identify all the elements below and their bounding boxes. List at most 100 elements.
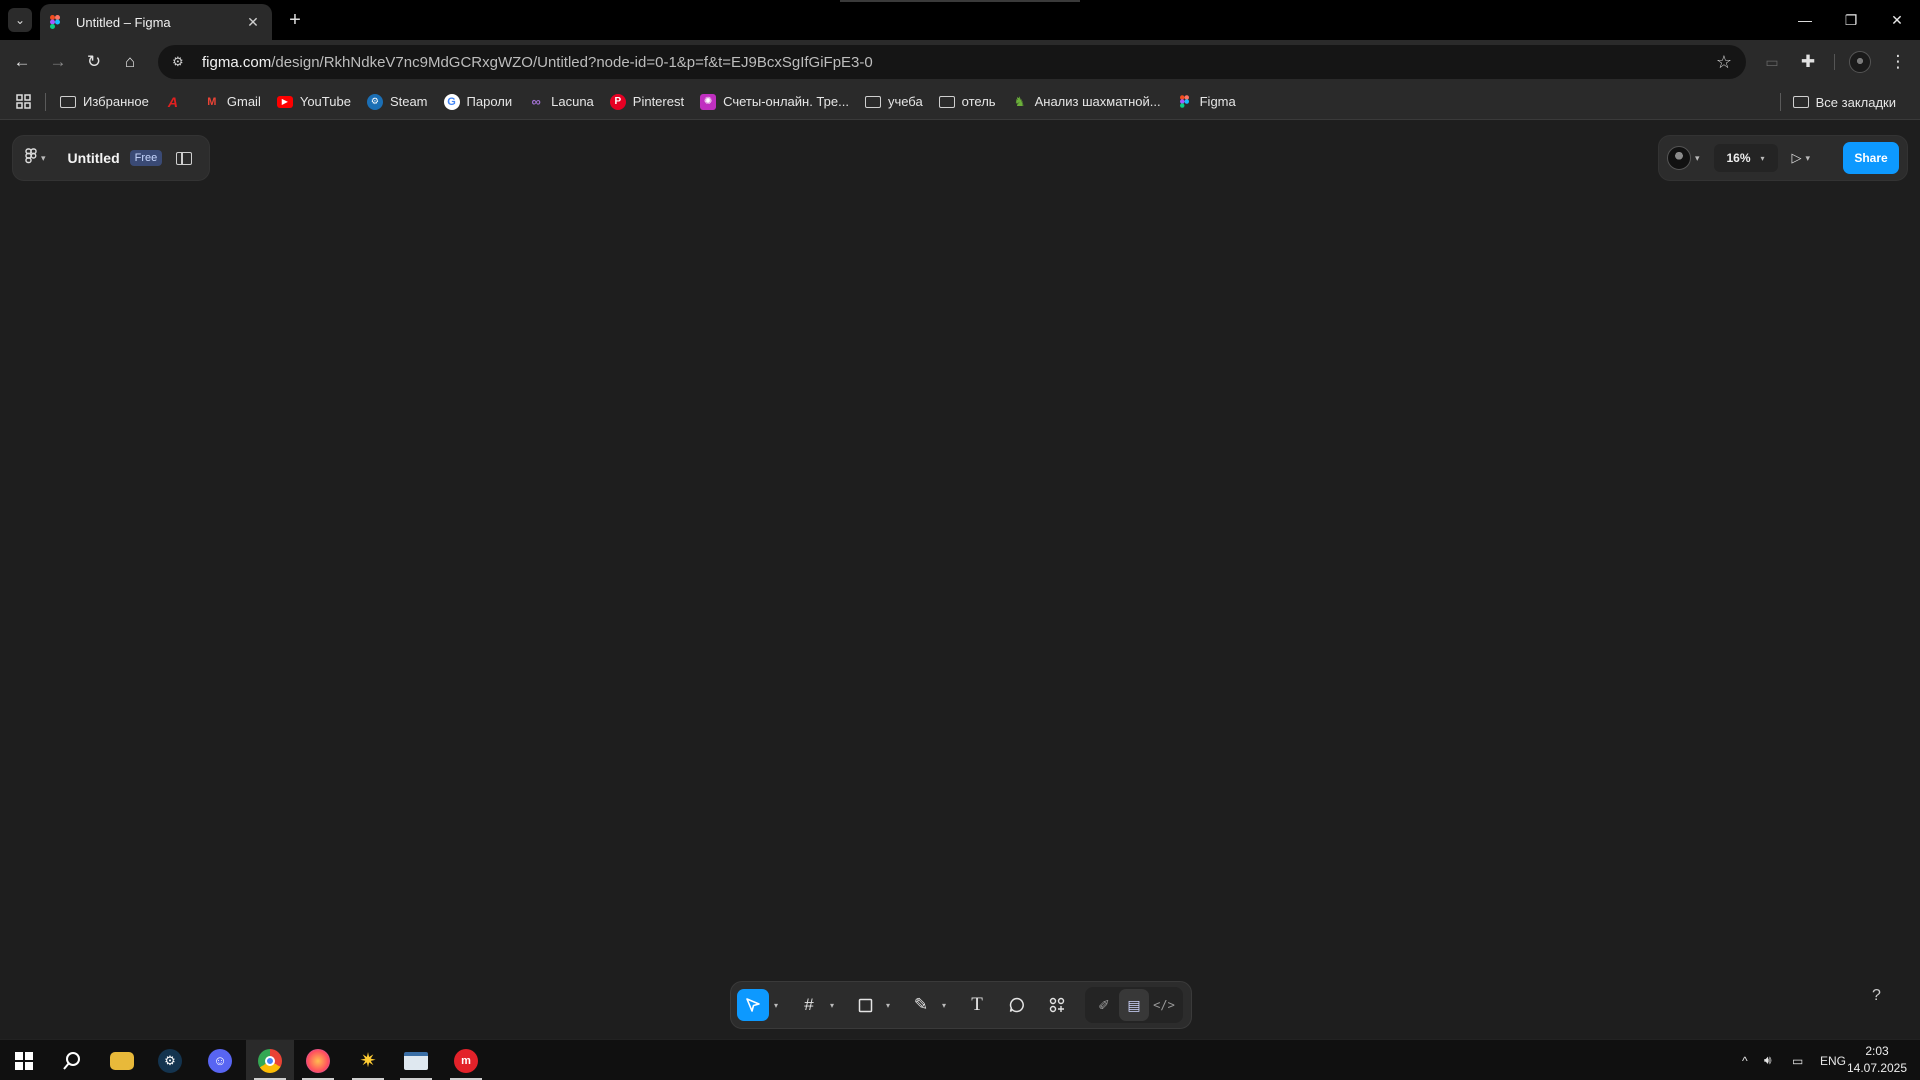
chevron-down-icon[interactable]: ▾	[937, 1001, 951, 1010]
discord-app-icon[interactable]: ☺	[196, 1040, 244, 1080]
volume-icon[interactable]: 🔊︎	[1764, 1040, 1772, 1080]
red-app-icon[interactable]: m	[442, 1040, 490, 1080]
cast-icon[interactable]: ▭	[1758, 48, 1786, 76]
new-tab-button[interactable]: +	[282, 7, 308, 33]
toggle-sidebar-icon[interactable]	[176, 151, 193, 165]
figma-menu-icon[interactable]	[25, 147, 37, 169]
assets-tool-icon[interactable]	[1041, 989, 1073, 1021]
help-button[interactable]: ?	[1872, 987, 1881, 1005]
steam-icon: ⚙	[366, 93, 383, 110]
google-icon: G	[443, 93, 460, 110]
figma-favicon-icon	[50, 15, 64, 29]
bookmark-acrobat[interactable]: A	[157, 88, 196, 116]
file-explorer-icon[interactable]	[98, 1040, 146, 1080]
chevron-down-icon: ▾	[1760, 153, 1765, 163]
bookmark-pinterest[interactable]: P Pinterest	[602, 88, 692, 116]
bookmark-favorites[interactable]: Избранное	[52, 88, 157, 116]
bookmark-hotel[interactable]: отель	[931, 88, 1004, 116]
folder-icon	[60, 95, 76, 108]
bookmark-chess[interactable]: ♞ Анализ шахматной...	[1004, 88, 1169, 116]
browser-tab-strip: ⌄ Untitled – Figma ✕ + — ❐ ✕	[0, 0, 1920, 40]
chevron-down-icon[interactable]: ▾	[1806, 153, 1811, 164]
folder-icon	[1792, 96, 1809, 108]
search-icon[interactable]	[48, 1040, 96, 1080]
sun-app-icon[interactable]: ✷	[344, 1040, 392, 1080]
all-bookmarks[interactable]: Все закладки	[1766, 88, 1904, 116]
dev-mode-icon[interactable]: </>	[1149, 989, 1179, 1021]
zoom-menu[interactable]: 16% ▾	[1713, 144, 1778, 172]
present-play-icon[interactable]: ▷	[1792, 150, 1802, 166]
figma-icon	[1177, 94, 1193, 110]
chevron-down-icon[interactable]: ▾	[825, 1001, 839, 1010]
bookmark-separator	[1779, 93, 1781, 111]
network-icon[interactable]: ▭	[1792, 1040, 1803, 1080]
site-info-icon[interactable]: ⚙	[172, 54, 190, 70]
clock-date: 14.07.2025	[1846, 1061, 1908, 1075]
clock-time: 2:03	[1865, 1044, 1889, 1058]
bookmark-figma[interactable]: Figma	[1169, 88, 1244, 116]
chess-icon: ♞	[1013, 93, 1026, 109]
back-button[interactable]: ←	[8, 48, 36, 76]
bookmark-passwords[interactable]: G Пароли	[436, 88, 521, 116]
rectangle-tool-icon[interactable]	[849, 989, 881, 1021]
bookmark-lacuna[interactable]: ∞ Lacuna	[520, 88, 602, 116]
bookmark-abacus[interactable]: ✺ Счеты-онлайн. Тре...	[692, 88, 857, 116]
chevron-down-icon[interactable]: ▾	[769, 1001, 783, 1010]
design-mode-icon[interactable]: ▤	[1119, 989, 1149, 1021]
tab-title: Untitled – Figma	[76, 14, 171, 30]
chevron-down-icon[interactable]: ▾	[41, 153, 46, 164]
minimize-button[interactable]: —	[1782, 0, 1828, 40]
toolbar-divider	[1834, 54, 1835, 70]
firefox-app-icon[interactable]	[294, 1040, 342, 1080]
move-tool-icon[interactable]	[737, 989, 769, 1021]
browser-toolbar: ← → ↻ ⌂ ⚙ figma.com/design/RkhNdkeV7nc9M…	[0, 40, 1920, 84]
tab-strip-divider	[840, 0, 1080, 2]
address-bar[interactable]: ⚙ figma.com/design/RkhNdkeV7nc9MdGCRxgWZ…	[158, 45, 1746, 79]
youtube-icon: ▶	[276, 95, 293, 108]
bookmark-steam[interactable]: ⚙ Steam	[359, 88, 436, 116]
file-title[interactable]: Untitled	[68, 150, 120, 166]
draw-mode-icon[interactable]: ✐	[1089, 989, 1119, 1021]
chrome-app-icon[interactable]	[246, 1040, 294, 1080]
extensions-icon[interactable]: ✚	[1794, 48, 1822, 76]
pinterest-icon: P	[609, 93, 626, 110]
collaboration-panel: ▾ 16% ▾ ▷ ▾ Share	[1658, 135, 1908, 181]
profile-avatar[interactable]	[1846, 48, 1874, 76]
tab-close-icon[interactable]: ✕	[244, 14, 262, 31]
lacuna-icon: ∞	[531, 94, 541, 109]
pen-tool-icon[interactable]: ✎	[905, 989, 937, 1021]
bookmark-star-icon[interactable]: ☆	[1716, 52, 1732, 73]
close-window-button[interactable]: ✕	[1874, 0, 1920, 40]
reload-button[interactable]: ↻	[80, 48, 108, 76]
browser-tab[interactable]: Untitled – Figma ✕	[40, 4, 272, 40]
folder-icon	[864, 95, 881, 108]
forward-button[interactable]: →	[44, 48, 72, 76]
folder-icon	[938, 95, 955, 108]
show-hidden-icons[interactable]: ^	[1742, 1040, 1748, 1080]
restore-button[interactable]: ❐	[1828, 0, 1874, 40]
url-text: figma.com/design/RkhNdkeV7nc9MdGCRxgWZO/…	[202, 53, 873, 71]
plan-badge[interactable]: Free	[129, 150, 163, 166]
start-button[interactable]	[0, 1040, 48, 1080]
figma-canvas[interactable]: ▾ Untitled Free ▾ 16% ▾ ▷ ▾ Share ? ▾ # ▾…	[0, 121, 1920, 1039]
system-clock[interactable]: 2:03 14.07.2025	[1842, 1043, 1912, 1077]
tab-search-button[interactable]: ⌄	[8, 8, 32, 32]
steam-app-icon[interactable]: ⚙	[146, 1040, 194, 1080]
bookmark-gmail[interactable]: M Gmail	[196, 88, 269, 116]
acrobat-icon: A	[167, 93, 178, 110]
screen: ⌄ Untitled – Figma ✕ + — ❐ ✕ ← → ↻ ⌂ ⚙ f…	[0, 0, 1920, 1080]
text-tool-icon[interactable]: T	[961, 989, 993, 1021]
browser-menu-icon[interactable]: ⋮	[1884, 48, 1912, 76]
comment-tool-icon[interactable]	[1001, 989, 1033, 1021]
chevron-down-icon[interactable]: ▾	[1695, 153, 1700, 164]
window-app-icon[interactable]	[392, 1040, 440, 1080]
apps-icon[interactable]	[16, 88, 39, 116]
user-avatar[interactable]	[1667, 146, 1691, 170]
share-button[interactable]: Share	[1843, 142, 1899, 174]
chevron-down-icon[interactable]: ▾	[881, 1001, 895, 1010]
bookmark-youtube[interactable]: ▶ YouTube	[269, 88, 359, 116]
frame-tool-icon[interactable]: #	[793, 989, 825, 1021]
bookmark-study[interactable]: учеба	[857, 88, 931, 116]
bookmark-separator	[45, 92, 46, 111]
home-button[interactable]: ⌂	[116, 48, 144, 76]
